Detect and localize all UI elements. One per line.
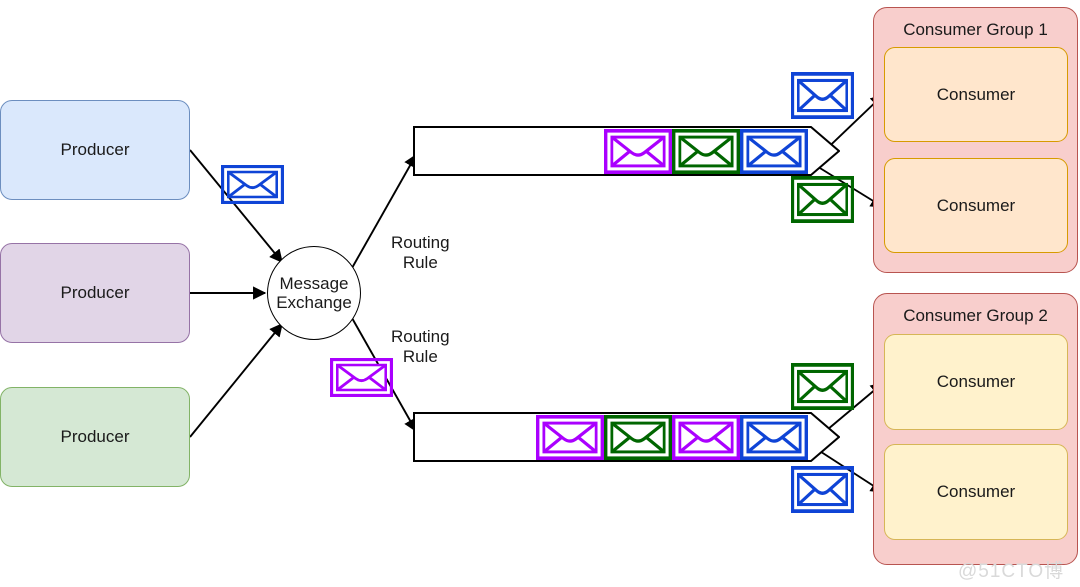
consumer-group-title: Consumer Group 1 — [903, 20, 1048, 39]
queue-message-purple[interactable] — [536, 414, 604, 460]
consumer-box-2-2[interactable]: Consumer — [884, 444, 1068, 540]
watermark: @51CTO博客 — [958, 561, 1065, 582]
queue-top[interactable] — [413, 126, 840, 176]
queue-bottom[interactable] — [413, 412, 840, 462]
queue-message-purple[interactable] — [604, 128, 672, 174]
producer-to-exchange-message[interactable] — [221, 165, 284, 204]
message-exchange-node[interactable]: Message Exchange — [267, 246, 361, 340]
routing-rule-label-top: Routing Rule — [391, 233, 450, 273]
exchange-label-line1: Message — [279, 273, 349, 293]
routing-rule-label-bottom: Routing Rule — [391, 327, 450, 367]
producer-label: Producer — [60, 283, 130, 302]
producer-box-1[interactable]: Producer — [0, 100, 190, 200]
consumer-group-title: Consumer Group 2 — [903, 306, 1048, 325]
queue-message-green[interactable] — [672, 128, 740, 174]
queue-message-blue[interactable] — [740, 414, 808, 460]
producer-label: Producer — [60, 140, 130, 159]
consumer-label: Consumer — [936, 195, 1016, 215]
exchange-routed-message[interactable] — [330, 358, 393, 397]
producer3-to-exchange — [189, 322, 283, 438]
consumer-label: Consumer — [936, 482, 1016, 501]
producer-label: Producer — [60, 427, 130, 446]
consumer-box-1-2[interactable]: Consumer — [884, 158, 1068, 253]
queue1-out-message-bottom[interactable] — [791, 176, 854, 223]
queue-message-purple[interactable] — [672, 414, 740, 460]
consumer-label: Consumer — [936, 84, 1016, 104]
consumer-label: Consumer — [936, 372, 1016, 391]
producer-box-3[interactable]: Producer — [0, 387, 190, 487]
consumer-box-2-1[interactable]: Consumer — [884, 334, 1068, 430]
queue1-out-message-top[interactable] — [791, 72, 854, 119]
queue-message-green[interactable] — [604, 414, 672, 460]
diagram-canvas: Producer Producer Producer Message Excha… — [0, 0, 1080, 587]
queue2-out-message-bottom[interactable] — [791, 466, 854, 513]
queue2-out-message-top[interactable] — [791, 363, 854, 410]
consumer-box-1-1[interactable]: Consumer — [884, 47, 1068, 142]
exchange-label-line2: Exchange — [276, 293, 352, 312]
queue-message-blue[interactable] — [740, 128, 808, 174]
producer-box-2[interactable]: Producer — [0, 243, 190, 343]
